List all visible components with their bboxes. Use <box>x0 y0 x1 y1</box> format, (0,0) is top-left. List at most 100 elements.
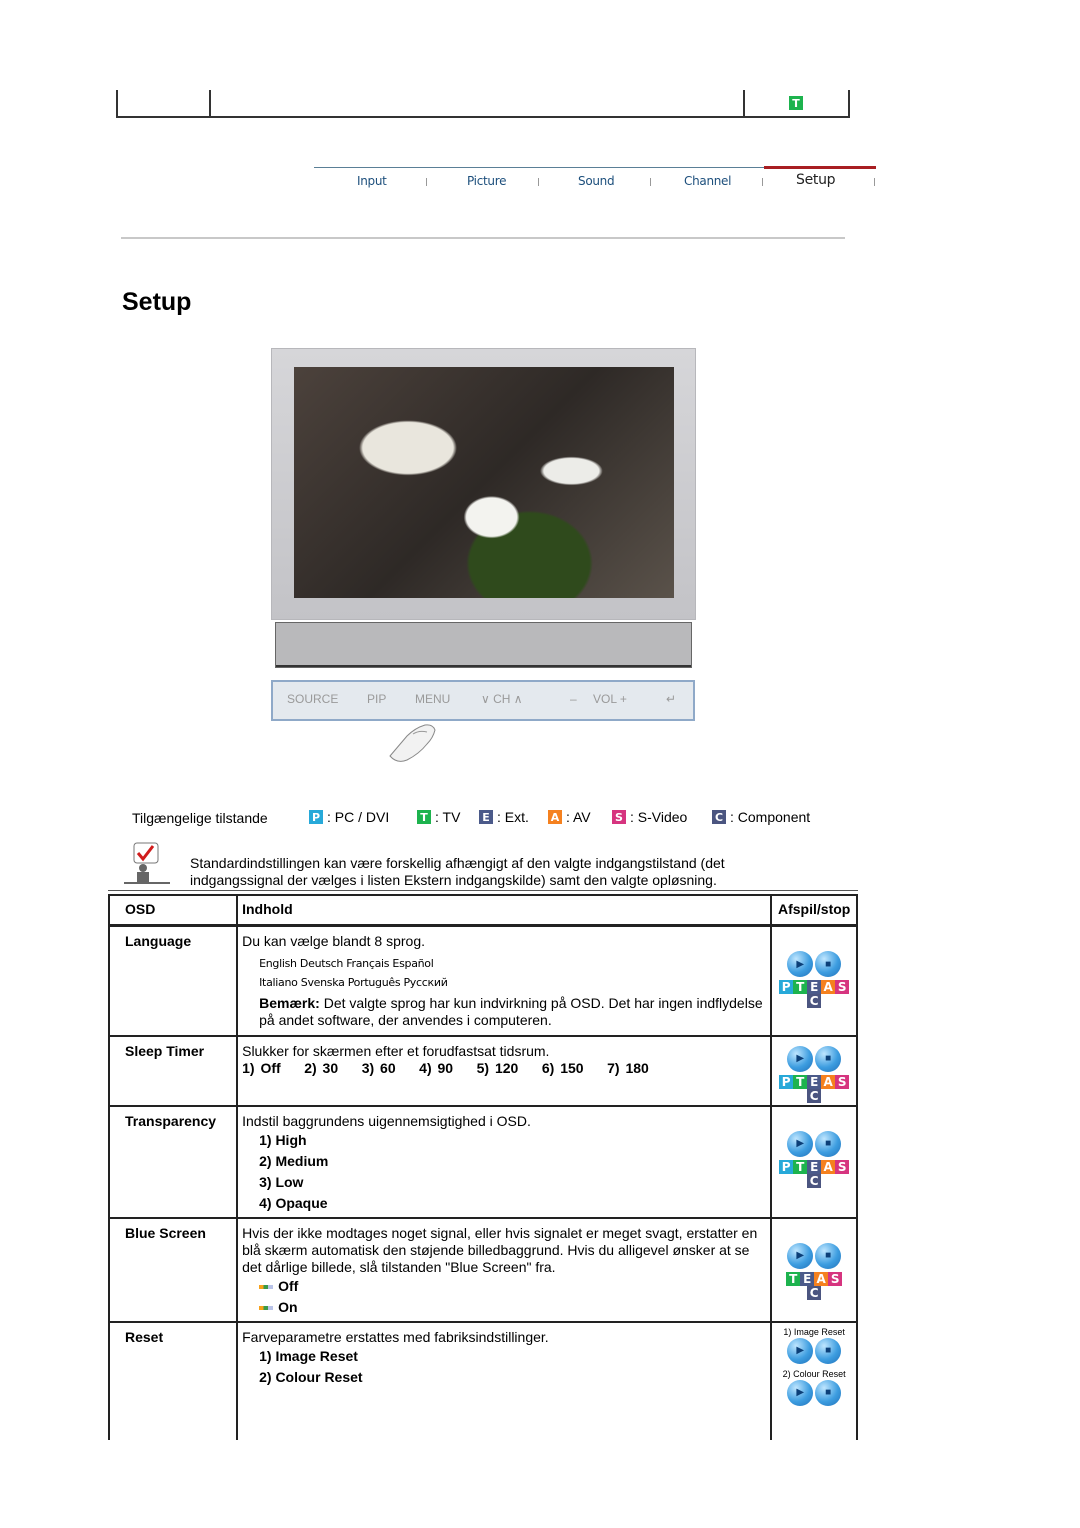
play-icon[interactable]: ▶ <box>787 1130 814 1157</box>
mode-label: : S-Video <box>630 809 688 825</box>
row-description: Farveparametre erstattes med fabriksinds… <box>242 1328 549 1345</box>
pc-mode-icon: P <box>779 980 794 994</box>
option-image-reset: 1) Image Reset <box>259 1347 358 1364</box>
stop-icon[interactable]: ■ <box>815 1242 842 1269</box>
hand-pointer-icon <box>389 724 436 762</box>
row-description: Hvis der ikke modtages noget signal, ell… <box>242 1224 758 1275</box>
play-stop-cell: ▶ ■ P T E A S C <box>770 1104 858 1219</box>
header-frame <box>116 116 850 118</box>
tv-mode-badge: T <box>789 96 803 110</box>
header-divider <box>209 90 211 118</box>
table-row-blue-screen: Blue Screen Hvis der ikke modtages noget… <box>107 1216 858 1323</box>
ext-mode-icon: E <box>800 1271 815 1286</box>
play-stop-controls: ▶ ■ <box>774 1045 854 1072</box>
row-content: Indstil baggrundens uigennemsigtighed i … <box>236 1104 773 1219</box>
svideo-mode-icon: S <box>828 1271 843 1286</box>
tab-setup[interactable]: Setup <box>796 172 836 188</box>
mode-av: A : AV <box>548 809 591 825</box>
play-icon[interactable]: ▶ <box>787 951 814 977</box>
note-checkmark-icon <box>124 842 170 884</box>
mode-tv: T : TV <box>417 809 460 825</box>
table-row-sleep-timer: Sleep Timer Slukker for skærmen efter et… <box>107 1034 858 1107</box>
bullet-icon <box>259 1284 274 1289</box>
row-description: Slukker for skærmen efter et forudfastsa… <box>242 1042 550 1059</box>
mode-badges: P T E A S <box>774 1074 854 1089</box>
play-icon[interactable]: ▶ <box>787 1379 814 1406</box>
row-content: Hvis der ikke modtages noget signal, ell… <box>236 1216 773 1323</box>
nav-separator <box>650 178 651 186</box>
volume-down-button[interactable]: – <box>570 692 577 706</box>
pip-button[interactable]: PIP <box>367 692 386 706</box>
tab-channel[interactable]: Channel <box>684 174 731 188</box>
ext-mode-icon: E <box>807 980 822 994</box>
svideo-mode-icon: S <box>612 810 626 824</box>
tv-mode-icon: T <box>793 1159 808 1174</box>
divider <box>108 890 858 891</box>
component-mode-icon: C <box>807 1088 822 1103</box>
play-icon[interactable]: ▶ <box>787 1337 814 1364</box>
language-list: English Deutsch Français Español Italian… <box>242 954 766 992</box>
source-button[interactable]: SOURCE <box>287 692 338 706</box>
pc-mode-icon: P <box>309 810 323 824</box>
mode-ext: E : Ext. <box>479 809 529 825</box>
pc-mode-icon: P <box>779 1074 794 1089</box>
stop-icon[interactable]: ■ <box>815 1130 842 1157</box>
mode-badges: P T E A S <box>774 1159 854 1174</box>
mode-badges: P T E A S <box>774 980 854 994</box>
volume-up-button[interactable]: VOL + <box>593 692 627 706</box>
av-mode-icon: A <box>814 1271 829 1286</box>
nav-separator <box>874 178 875 186</box>
mode-badges: T E A S <box>774 1271 854 1286</box>
svideo-mode-icon: S <box>835 1159 850 1174</box>
component-mode-icon: C <box>807 1173 822 1188</box>
nav-separator <box>426 178 427 186</box>
option-colour-reset: 2) Colour Reset <box>259 1368 363 1385</box>
monitor-speaker <box>275 622 692 668</box>
stop-icon[interactable]: ■ <box>815 1379 842 1406</box>
enter-button[interactable]: ↵ <box>666 692 676 706</box>
osd-name: Transparency <box>107 1104 239 1219</box>
option-label: On <box>278 1298 298 1315</box>
av-mode-icon: A <box>548 810 562 824</box>
osd-name: Blue Screen <box>107 1216 239 1323</box>
osd-name: Language <box>107 924 239 1037</box>
pc-mode-icon: P <box>779 1159 794 1174</box>
menu-button[interactable]: MENU <box>415 692 450 706</box>
table-row-language: Language Du kan vælge blandt 8 sprog. En… <box>107 924 858 1037</box>
language-list-line: Italiano Svenska Português Русский <box>259 976 448 989</box>
divider <box>121 237 845 239</box>
av-mode-icon: A <box>821 1159 836 1174</box>
play-icon[interactable]: ▶ <box>787 1045 814 1072</box>
table-row-transparency: Transparency Indstil baggrundens uigenne… <box>107 1104 858 1219</box>
osd-name: Sleep Timer <box>107 1034 239 1107</box>
channel-buttons[interactable]: ∨ CH ∧ <box>481 692 523 706</box>
tab-picture[interactable]: Picture <box>467 174 506 188</box>
option-label: Off <box>278 1277 299 1294</box>
play-stop-controls: ▶ ■ <box>774 1242 854 1269</box>
header-divider <box>848 90 850 118</box>
play-stop-cell: ▶ ■ P T E A S C <box>770 1034 858 1107</box>
svideo-mode-icon: S <box>835 1074 850 1089</box>
option-medium: 2) Medium <box>259 1152 329 1169</box>
image-reset-label: 1) Image Reset <box>783 1326 845 1337</box>
table-header-row: OSD Indhold Afspil/stop <box>107 894 858 927</box>
stop-icon[interactable]: ■ <box>815 1045 842 1072</box>
ext-mode-icon: E <box>479 810 493 824</box>
play-stop-controls: ▶ ■ <box>774 951 854 977</box>
av-mode-icon: A <box>821 1074 836 1089</box>
tab-input[interactable]: Input <box>357 174 387 188</box>
tv-mode-icon: T <box>793 1074 808 1089</box>
mode-label: : PC / DVI <box>327 809 390 825</box>
row-description: Du kan vælge blandt 8 sprog. <box>242 933 425 949</box>
stop-icon[interactable]: ■ <box>815 1337 842 1364</box>
tab-sound[interactable]: Sound <box>578 174 615 188</box>
play-stop-cell: ▶ ■ T E A S C <box>770 1216 858 1323</box>
play-icon[interactable]: ▶ <box>787 1242 814 1269</box>
stop-icon[interactable]: ■ <box>815 951 842 977</box>
tv-mode-icon: T <box>793 980 808 994</box>
mode-svideo: S : S-Video <box>612 809 687 825</box>
play-stop-controls: ▶ ■ <box>774 1337 854 1364</box>
monitor-screen-image <box>294 367 674 598</box>
row-content: Farveparametre erstattes med fabriksinds… <box>236 1320 773 1440</box>
header-osd: OSD <box>107 894 239 927</box>
